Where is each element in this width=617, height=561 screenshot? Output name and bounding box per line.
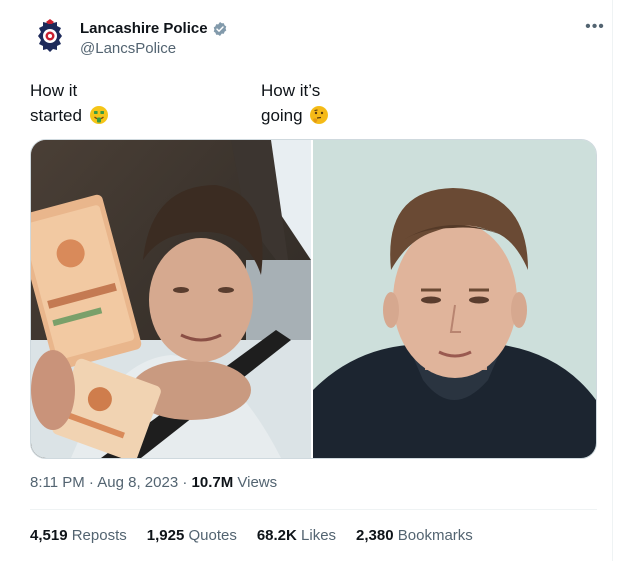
tweet-media[interactable]	[30, 139, 597, 459]
quotes-count: 1,925	[146, 527, 185, 544]
caption-left-line2: started	[30, 106, 82, 125]
caption-right-line1: How it’s	[261, 81, 321, 100]
display-name[interactable]: Lancashire Police	[80, 20, 208, 37]
quotes-stat[interactable]: 1,925 Quotes	[147, 527, 237, 544]
bookmarks-count: 2,380	[356, 527, 394, 544]
account-names: Lancashire Police @LancsPolice	[80, 20, 228, 57]
account-handle[interactable]: @LancsPolice	[80, 40, 228, 57]
likes-label: Likes	[296, 527, 337, 544]
verified-badge-icon	[213, 21, 226, 36]
selfie-with-cash-image	[31, 140, 311, 458]
mugshot-image	[313, 140, 596, 458]
photo-how-its-going[interactable]	[313, 140, 596, 458]
divider	[30, 509, 597, 510]
photo-how-it-started[interactable]	[31, 140, 311, 458]
bookmarks-label: Bookmarks	[393, 527, 473, 544]
caption-right-line2: going	[261, 106, 303, 125]
caption-left: How it started	[30, 78, 150, 128]
caption-right: How it’s going	[261, 78, 381, 128]
views-label: Views	[233, 474, 278, 491]
likes-stat[interactable]: 68.2K Likes	[257, 527, 336, 544]
quotes-label: Quotes	[184, 527, 237, 544]
money-mouth-face-icon	[89, 106, 108, 124]
tweet-date[interactable]: Aug 8, 2023	[97, 474, 178, 491]
more-options-icon[interactable]: •••	[582, 19, 608, 40]
meta-separator-2: ·	[178, 474, 192, 491]
likes-count: 68.2K	[256, 527, 297, 544]
reposts-count: 4,519	[30, 527, 68, 544]
caption-left-line1: How it	[30, 81, 78, 100]
police-badge-icon	[38, 19, 62, 52]
meta-separator-1: ·	[84, 474, 98, 491]
tweet-time[interactable]: 8:11 PM	[30, 474, 85, 491]
caption-right-line2-row: going	[261, 103, 381, 128]
tweet-card: Lancashire Police @LancsPolice ••• How i…	[0, 0, 613, 561]
views-count: 10.7M	[191, 474, 234, 491]
caption-left-line2-row: started	[30, 103, 150, 128]
thinking-face-icon	[310, 106, 329, 124]
tweet-header: Lancashire Police @LancsPolice •••	[30, 16, 604, 66]
display-name-row[interactable]: Lancashire Police	[80, 20, 228, 37]
tweet-meta: 8:11 PM · Aug 8, 2023 · 10.7M Views	[30, 474, 277, 491]
reposts-label: Reposts	[67, 527, 127, 544]
avatar[interactable]	[30, 16, 70, 56]
engagement-stats: 4,519 Reposts 1,925 Quotes 68.2K Likes 2…	[30, 527, 473, 544]
reposts-stat[interactable]: 4,519 Reposts	[30, 527, 127, 544]
bookmarks-stat[interactable]: 2,380 Bookmarks	[356, 527, 473, 544]
